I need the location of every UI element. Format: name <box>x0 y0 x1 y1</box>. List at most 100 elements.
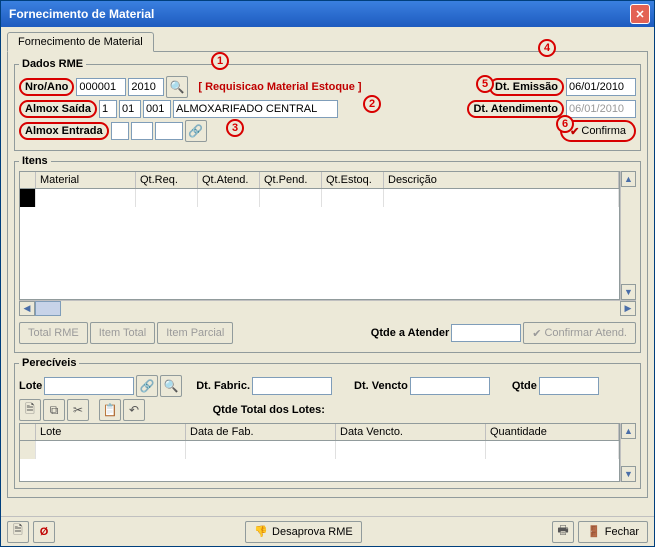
close-icon: ✕ <box>635 8 644 21</box>
toolbar-btn-4[interactable]: 📋 <box>99 399 121 421</box>
table-row[interactable] <box>20 189 619 207</box>
link-icon: 🔗 <box>140 379 155 393</box>
col-venc[interactable]: Data Vencto. <box>336 424 486 440</box>
desaprova-label: Desaprova RME <box>272 526 353 538</box>
lote-label: Lote <box>19 380 42 392</box>
col-qtd[interactable]: Quantidade <box>486 424 619 440</box>
dt-vencto-label: Dt. Vencto <box>354 380 408 392</box>
almox-saida-label: Almox Saída <box>19 100 97 118</box>
almox-entrada-lookup-button[interactable]: 🔗 <box>185 120 207 142</box>
item-total-button[interactable]: Item Total <box>90 322 156 344</box>
scroll-up-icon[interactable]: ▲ <box>621 171 636 187</box>
toolbar-btn-2[interactable]: ⧉ <box>43 399 65 421</box>
callout-6: 6 <box>556 115 574 133</box>
lotes-grid-header: Lote Data de Fab. Data Vencto. Quantidad… <box>20 424 619 441</box>
dados-rme-group: Dados RME Nro/Ano 🔍 [ Requisicao Materia… <box>14 58 641 151</box>
callout-1: 1 <box>211 52 229 70</box>
bottom-doc-button[interactable]: 🗎 <box>7 521 29 543</box>
itens-grid[interactable]: Material Qt.Req. Qt.Atend. Qt.Pend. Qt.E… <box>19 171 620 300</box>
qtde-atender-input[interactable] <box>451 324 521 342</box>
callout-4: 4 <box>538 39 556 57</box>
delete-icon: ✂ <box>73 403 83 417</box>
lote-link-button[interactable]: 🔗 <box>136 375 158 397</box>
bottom-block-button[interactable]: Ø <box>33 521 55 543</box>
search-icon: 🔍 <box>170 80 185 94</box>
lote-search-button[interactable]: 🔍 <box>160 375 182 397</box>
itens-grid-header: Material Qt.Req. Qt.Atend. Qt.Pend. Qt.E… <box>20 172 619 189</box>
lotes-vscroll[interactable]: ▲ ▼ <box>620 423 636 482</box>
itens-grid-body[interactable] <box>20 189 619 299</box>
dt-fabric-input[interactable] <box>252 377 332 395</box>
confirma-label: Confirma <box>581 125 626 137</box>
lotes-grid-body[interactable] <box>20 441 619 481</box>
bottom-toolbar: 🗎 Ø 👎Desaprova RME 🖶 🚪Fechar <box>1 516 654 546</box>
total-rme-button[interactable]: Total RME <box>19 322 88 344</box>
callout-3: 3 <box>226 119 244 137</box>
lote-input[interactable] <box>44 377 134 395</box>
toolbar-btn-1[interactable]: 🗎 <box>19 399 41 421</box>
titlebar: Fornecimento de Material ✕ <box>1 1 654 27</box>
dt-atend-label: Dt. Atendimento <box>467 100 564 118</box>
item-parcial-button[interactable]: Item Parcial <box>157 322 233 344</box>
nro-ano-label: Nro/Ano <box>19 78 74 96</box>
pereciveis-legend: Perecíveis <box>19 357 79 369</box>
undo-icon: ↶ <box>129 403 139 417</box>
col-fab[interactable]: Data de Fab. <box>186 424 336 440</box>
almox-entrada-b[interactable] <box>131 122 153 140</box>
nro-ano-lookup-button[interactable]: 🔍 <box>166 76 188 98</box>
qtde-total-lotes-label: Qtde Total dos Lotes: <box>147 404 391 416</box>
dt-vencto-input[interactable] <box>410 377 490 395</box>
ano-input[interactable] <box>128 78 164 96</box>
itens-vscroll[interactable]: ▲ ▼ <box>620 171 636 300</box>
scroll-right-icon[interactable]: ▶ <box>620 301 636 316</box>
fechar-button[interactable]: 🚪Fechar <box>578 521 648 543</box>
print-button[interactable]: 🖶 <box>552 521 574 543</box>
col-qtpend[interactable]: Qt.Pend. <box>260 172 322 188</box>
hscroll-thumb[interactable] <box>35 301 61 316</box>
scroll-down-icon[interactable]: ▼ <box>621 466 636 482</box>
client-area: 1 2 3 4 5 6 Fornecimento de Material Dad… <box>1 27 654 516</box>
check-icon: ✔ <box>532 327 541 340</box>
col-lote[interactable]: Lote <box>36 424 186 440</box>
col-qtreq[interactable]: Qt.Req. <box>136 172 198 188</box>
confirmar-atend-button[interactable]: ✔Confirmar Atend. <box>523 322 636 344</box>
almox-saida-nome[interactable] <box>173 100 338 118</box>
toolbar-btn-5[interactable]: ↶ <box>123 399 145 421</box>
almox-entrada-c[interactable] <box>155 122 183 140</box>
close-button[interactable]: ✕ <box>630 4 650 24</box>
col-qtestq[interactable]: Qt.Estoq. <box>322 172 384 188</box>
search-icon: 🔍 <box>164 379 179 393</box>
itens-legend: Itens <box>19 155 51 167</box>
almox-entrada-a[interactable] <box>111 122 129 140</box>
tab-fornecimento[interactable]: Fornecimento de Material <box>7 32 154 52</box>
link-icon: 🔗 <box>188 124 203 138</box>
itens-group: Itens Material Qt.Req. Qt.Atend. Qt.Pend… <box>14 155 641 353</box>
col-desc[interactable]: Descrição <box>384 172 619 188</box>
table-row[interactable] <box>20 441 619 459</box>
lotes-grid[interactable]: Lote Data de Fab. Data Vencto. Quantidad… <box>19 423 620 482</box>
nro-input[interactable] <box>76 78 126 96</box>
fechar-label: Fechar <box>605 526 639 538</box>
almox-saida-c[interactable] <box>143 100 171 118</box>
qtde-label: Qtde <box>512 380 537 392</box>
callout-5: 5 <box>476 75 494 93</box>
qtde-input[interactable] <box>539 377 599 395</box>
itens-hscroll[interactable]: ◀ ▶ <box>19 300 636 316</box>
tab-panel: Dados RME Nro/Ano 🔍 [ Requisicao Materia… <box>7 51 648 498</box>
almox-saida-a[interactable] <box>99 100 117 118</box>
paste-icon: 📋 <box>103 403 118 417</box>
toolbar-btn-3[interactable]: ✂ <box>67 399 89 421</box>
col-material[interactable]: Material <box>36 172 136 188</box>
scroll-down-icon[interactable]: ▼ <box>621 284 636 300</box>
scroll-up-icon[interactable]: ▲ <box>621 423 636 439</box>
dt-emissao-input[interactable] <box>566 78 636 96</box>
col-qtatend[interactable]: Qt.Atend. <box>198 172 260 188</box>
desaprova-rme-button[interactable]: 👎Desaprova RME <box>245 521 361 543</box>
almox-saida-b[interactable] <box>119 100 141 118</box>
dt-fabric-label: Dt. Fabric. <box>196 380 250 392</box>
doc-icon: 🗎 <box>25 400 35 421</box>
window: Fornecimento de Material ✕ 1 2 3 4 5 6 F… <box>0 0 655 547</box>
scroll-left-icon[interactable]: ◀ <box>19 301 35 316</box>
pereciveis-group: Perecíveis Lote 🔗 🔍 Dt. Fabric. Dt. Venc… <box>14 357 641 489</box>
copy-icon: ⧉ <box>50 403 59 418</box>
